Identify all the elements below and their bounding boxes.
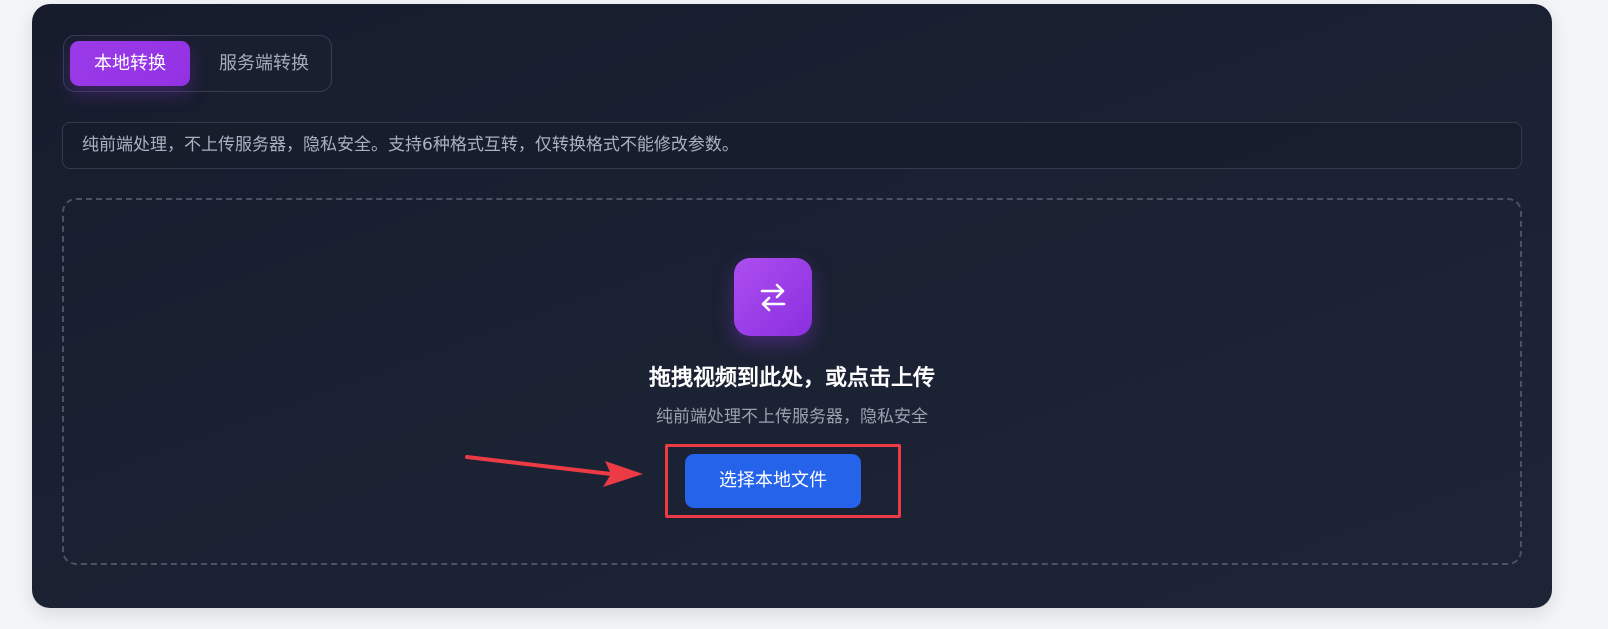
annotation-highlight-box	[665, 444, 901, 518]
swap-arrows-glyph	[760, 283, 786, 312]
annotation-arrow-icon	[465, 455, 643, 487]
info-notice: 纯前端处理，不上传服务器，隐私安全。支持6种格式互转，仅转换格式不能修改参数。	[62, 122, 1522, 169]
mode-switch: 本地转换 服务端转换	[63, 35, 332, 92]
dropzone-title: 拖拽视频到此处，或点击上传	[648, 366, 935, 391]
tab-local-conversion[interactable]: 本地转换	[70, 41, 190, 86]
swap-arrows-icon	[734, 258, 812, 336]
tab-server-conversion[interactable]: 服务端转换	[204, 41, 324, 86]
dropzone-subtitle: 纯前端处理不上传服务器，隐私安全	[656, 407, 928, 427]
